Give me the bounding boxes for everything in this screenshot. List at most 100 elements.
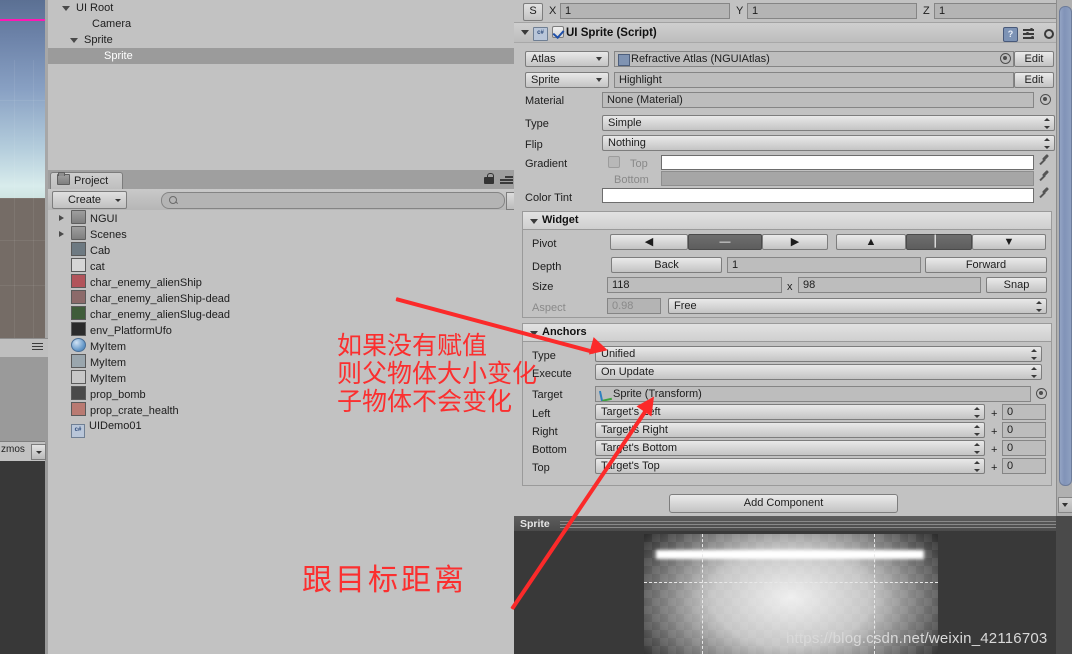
- gradient-top-label: Top: [630, 158, 648, 170]
- snap-button[interactable]: Snap: [986, 277, 1047, 293]
- pivot-center-h-button[interactable]: —: [688, 234, 762, 250]
- anchor-bottom-offset-input[interactable]: 0: [1002, 440, 1046, 456]
- atlas-object-field[interactable]: Refractive Atlas (NGUIAtlas): [614, 51, 1014, 67]
- atlas-edit-button[interactable]: Edit: [1014, 51, 1054, 67]
- sprite-edit-button[interactable]: Edit: [1014, 72, 1054, 88]
- updown-arrows-icon: [1044, 138, 1050, 149]
- foldout-triangle-icon[interactable]: [70, 37, 78, 46]
- color-tint-label: Color Tint: [525, 192, 573, 204]
- flip-popup[interactable]: Nothing: [602, 135, 1055, 151]
- depth-back-button[interactable]: Back: [611, 257, 722, 273]
- scale-x-input[interactable]: 1: [560, 3, 730, 19]
- search-input[interactable]: [161, 192, 505, 209]
- preset-icon[interactable]: [1023, 28, 1036, 40]
- gradient-bottom-color-field[interactable]: [661, 171, 1034, 186]
- anchors-target-object-field[interactable]: Sprite (Transform): [595, 386, 1031, 402]
- tab-project[interactable]: Project: [50, 172, 124, 190]
- pivot-center-v-button[interactable]: ▏: [906, 234, 972, 250]
- create-button[interactable]: Create: [52, 191, 127, 209]
- anchor-bottom-popup[interactable]: Target's Bottom: [595, 440, 985, 456]
- pivot-right-button[interactable]: ▶: [762, 234, 828, 250]
- foldout-triangle-icon[interactable]: [62, 5, 70, 14]
- pivot-bottom-button[interactable]: ▼: [972, 234, 1046, 250]
- eyedropper-icon[interactable]: [1039, 188, 1051, 202]
- anchor-right-popup[interactable]: Target's Right: [595, 422, 985, 438]
- aspect-mode-popup[interactable]: Free: [668, 298, 1047, 314]
- updown-arrows-icon: [974, 461, 980, 472]
- gear-icon[interactable]: [1043, 28, 1055, 40]
- hierarchy-row-label: Sprite: [104, 50, 133, 62]
- atlas-asset-icon: [618, 54, 630, 66]
- texture-icon: [71, 290, 86, 304]
- depth-input[interactable]: 1: [727, 257, 921, 273]
- sprite-popup[interactable]: Sprite: [525, 72, 609, 88]
- anchors-execute-label: Execute: [532, 368, 572, 380]
- component-enabled-checkbox[interactable]: [552, 26, 564, 38]
- atlas-popup-label: Atlas: [531, 53, 556, 65]
- scale-z-input[interactable]: 1: [934, 3, 1064, 19]
- atlas-popup[interactable]: Atlas: [525, 51, 609, 67]
- sprite-name-field[interactable]: Highlight: [614, 72, 1014, 88]
- hierarchy-list: UI Root Camera Sprite Sprite: [48, 0, 514, 64]
- gizmos-dropdown-icon[interactable]: [31, 444, 46, 460]
- anchors-target-picker-icon[interactable]: [1036, 388, 1047, 399]
- panel-menu-icon[interactable]: [498, 175, 513, 185]
- gradient-top-color-field[interactable]: [661, 155, 1034, 170]
- sphere-icon: [71, 338, 86, 352]
- project-asset-row[interactable]: char_enemy_alienShip: [48, 274, 514, 290]
- foldout-triangle-icon[interactable]: [521, 30, 529, 35]
- anchor-left-label: Left: [532, 408, 551, 420]
- anchor-top-popup[interactable]: Target's Top: [595, 458, 985, 474]
- depth-forward-button[interactable]: Forward: [925, 257, 1047, 273]
- gradient-checkbox[interactable]: [608, 156, 620, 168]
- scale-y-input[interactable]: 1: [747, 3, 917, 19]
- foldout-triangle-icon[interactable]: [59, 231, 64, 237]
- inspector-scrollbar-thumb[interactable]: [1059, 6, 1072, 486]
- hierarchy-row[interactable]: UI Root: [48, 0, 514, 16]
- scroll-down-icon[interactable]: [1058, 497, 1072, 513]
- texture-icon: [71, 274, 86, 288]
- material-object-field[interactable]: None (Material): [602, 92, 1034, 108]
- anchor-right-offset-input[interactable]: 0: [1002, 422, 1046, 438]
- hierarchy-row[interactable]: Sprite: [48, 48, 514, 64]
- anchor-top-offset-input[interactable]: 0: [1002, 458, 1046, 474]
- project-asset-row[interactable]: Scenes: [48, 226, 514, 242]
- updown-arrows-icon: [974, 425, 980, 436]
- texture-icon: [71, 386, 86, 400]
- scale-badge[interactable]: S: [523, 3, 543, 21]
- type-popup[interactable]: Simple: [602, 115, 1055, 131]
- foldout-triangle-icon[interactable]: [59, 215, 64, 221]
- lock-icon[interactable]: [484, 173, 494, 185]
- anchor-left-offset-input[interactable]: 0: [1002, 404, 1046, 420]
- project-asset-row[interactable]: cat: [48, 258, 514, 274]
- project-asset-row[interactable]: NGUI: [48, 210, 514, 226]
- size-width-input[interactable]: 118: [607, 277, 782, 293]
- project-asset-row[interactable]: Cab: [48, 242, 514, 258]
- eyedropper-icon[interactable]: [1039, 171, 1051, 185]
- add-component-button[interactable]: Add Component: [669, 494, 898, 513]
- project-asset-label: prop_crate_health: [90, 405, 179, 417]
- size-height-input[interactable]: 98: [798, 277, 981, 293]
- game-view-strip[interactable]: [0, 461, 45, 654]
- hierarchy-row[interactable]: Camera: [48, 16, 514, 32]
- anchors-type-popup[interactable]: Unified: [595, 346, 1042, 362]
- color-tint-field[interactable]: [602, 188, 1034, 203]
- eyedropper-icon[interactable]: [1039, 155, 1051, 169]
- pivot-left-button[interactable]: ◀: [610, 234, 688, 250]
- help-icon[interactable]: ?: [1003, 27, 1018, 42]
- anchors-execute-popup[interactable]: On Update: [595, 364, 1042, 380]
- updown-arrows-icon: [1044, 118, 1050, 129]
- scene-menu-icon[interactable]: [28, 341, 44, 353]
- material-object-picker-icon[interactable]: [1040, 94, 1051, 105]
- hierarchy-empty-area[interactable]: [48, 66, 514, 170]
- hierarchy-row[interactable]: Sprite: [48, 32, 514, 48]
- pivot-top-button[interactable]: ▲: [836, 234, 906, 250]
- project-asset-row[interactable]: c# UIDemo01: [48, 418, 514, 438]
- atlas-object-picker-icon[interactable]: [1000, 53, 1011, 64]
- aspect-value-input[interactable]: 0.98: [607, 298, 661, 314]
- anchor-bottom-operator: +: [991, 444, 998, 456]
- widget-section-header[interactable]: Widget: [522, 211, 1052, 230]
- preview-scrollbar[interactable]: [1056, 516, 1072, 654]
- folder-icon: [71, 226, 86, 240]
- project-asset-row[interactable]: char_enemy_alienShip-dead: [48, 290, 514, 306]
